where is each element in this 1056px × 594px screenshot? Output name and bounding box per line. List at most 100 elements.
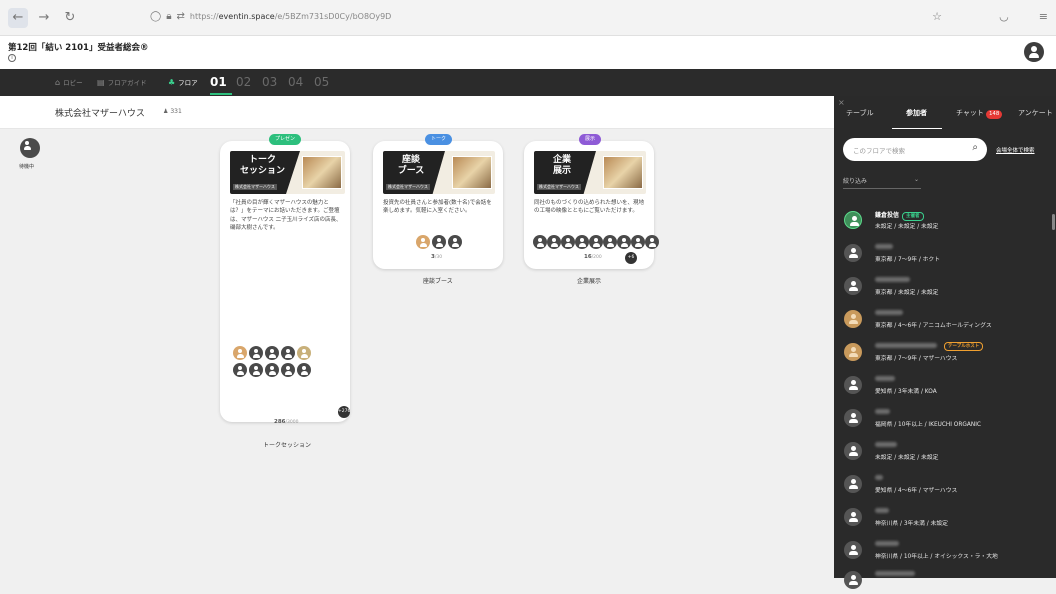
- floor-tab-02[interactable]: 02: [236, 75, 251, 89]
- floor-tab-04[interactable]: 04: [288, 75, 303, 89]
- home-icon: ⌂: [55, 77, 61, 87]
- scrollbar[interactable]: [1052, 214, 1055, 230]
- pocket-icon[interactable]: ◡: [999, 10, 1009, 23]
- bookmark-star-icon[interactable]: ☆: [932, 10, 942, 23]
- participant-row[interactable]: 愛知県 / 4～6年 / マザーハウス: [844, 472, 1049, 498]
- info-icon[interactable]: i: [8, 54, 16, 62]
- event-header: 第12回「結い 2101」受益者総会® i: [0, 36, 1056, 69]
- avatar: [603, 235, 617, 249]
- my-avatar[interactable]: [20, 138, 40, 158]
- banner-photo: [302, 156, 342, 189]
- participant-row[interactable]: 鎌倉投信 主催者 未設定 / 未設定 / 未設定: [844, 208, 1049, 234]
- count-capacity: /3000: [285, 420, 299, 425]
- tab-chat[interactable]: チャット 148: [956, 108, 1003, 119]
- banner-subtitle: 株式会社マザーハウス: [386, 184, 430, 190]
- lobby-nav[interactable]: ⌂ ロビー: [55, 77, 83, 88]
- table-banner: 企業 展示 株式会社マザーハウス: [534, 151, 646, 194]
- active-floor-indicator: [210, 93, 232, 95]
- tab-survey[interactable]: アンケート: [1018, 108, 1053, 118]
- participant-row[interactable]: 神奈川県 / 3年未満 / 未設定: [844, 505, 1049, 531]
- table-participant-count: 286/3000: [274, 419, 298, 425]
- participant-row[interactable]: 東京都 / 4～6年 / アニコムホールディングス: [844, 307, 1049, 333]
- participant-search-input[interactable]: このフロアで検索 ⌕: [843, 138, 987, 161]
- tab-tables[interactable]: テーブル: [846, 108, 874, 118]
- participant-tag: テーブルホスト: [941, 342, 984, 351]
- participant-row[interactable]: 神奈川県 / 10年以上 / オイシックス・ラ・大地: [844, 538, 1049, 564]
- person-icon: ♟: [163, 108, 169, 115]
- search-icon[interactable]: ⌕: [972, 142, 978, 153]
- banner-title: 企業 展示: [552, 155, 571, 177]
- participant-row[interactable]: [844, 568, 1049, 594]
- close-icon[interactable]: ×: [838, 98, 845, 107]
- avatar: [645, 235, 659, 249]
- avatar: [844, 571, 862, 589]
- url-text[interactable]: https://eventin.space/e/5BZm731sD0Cy/bO8…: [190, 12, 391, 21]
- avatar: [448, 235, 462, 249]
- avatar: [233, 346, 247, 360]
- table-description: 投資先の社員さんと参加者(数十名)で会話を楽しめます。気軽に入室ください。: [383, 200, 492, 215]
- floor-tab-05[interactable]: 05: [314, 75, 329, 89]
- avatar: [844, 475, 862, 493]
- floor-tab-01[interactable]: 01: [210, 75, 227, 89]
- avatar: [589, 235, 603, 249]
- count-capacity: /30: [434, 255, 443, 260]
- banner-photo: [603, 156, 643, 189]
- search-whole-venue-link[interactable]: 会場全体で検索: [996, 146, 1035, 154]
- avatar: [249, 363, 263, 377]
- participant-row[interactable]: テーブルホスト 東京都 / 7～9年 / マザーハウス: [844, 340, 1049, 366]
- avatar: [297, 346, 311, 360]
- avatar: [281, 363, 295, 377]
- table-banner: 座談 ブース 株式会社マザーハウス: [383, 151, 495, 194]
- blurred-name: [875, 409, 890, 414]
- more-participants-badge[interactable]: +276: [338, 406, 350, 418]
- user-avatar[interactable]: [1024, 42, 1044, 62]
- participant-info: 神奈川県 / 3年未満 / 未設定: [875, 521, 948, 527]
- blurred-name: [875, 376, 895, 381]
- participant-info: 愛知県 / 3年未満 / KOA: [875, 389, 937, 395]
- company-count-value: 331: [170, 108, 182, 115]
- browser-right-controls: ☆ ◡ ≡: [932, 10, 1048, 23]
- participant-row[interactable]: 愛知県 / 3年未満 / KOA: [844, 373, 1049, 399]
- participant-row[interactable]: 未設定 / 未設定 / 未設定: [844, 439, 1049, 465]
- table-name: トークセッション: [263, 442, 312, 449]
- table-host-badge: テーブルホスト: [944, 342, 984, 351]
- shield-icon[interactable]: ◯: [150, 11, 161, 22]
- floor-tab-03[interactable]: 03: [262, 75, 277, 89]
- table-card-company-exhibit[interactable]: 展示 企業 展示 株式会社マザーハウス 同社のものづくりの込められた想いを、現地…: [524, 134, 659, 269]
- avatar: [631, 235, 645, 249]
- chat-tab-label: チャット: [956, 109, 984, 117]
- blurred-name: [875, 277, 910, 282]
- back-icon[interactable]: ←: [8, 7, 28, 28]
- floor-guide-nav[interactable]: ▤ フロアガイド: [97, 77, 147, 88]
- table-description: 同社のものづくりの込められた想いを、現地の工場の映像とともにご覧いただけます。: [534, 200, 645, 215]
- participant-info: 東京都 / 7～9年 / マザーハウス: [875, 356, 958, 362]
- filter-label: 絞り込み: [843, 178, 868, 185]
- participant-row[interactable]: 東京都 / 未設定 / 未設定: [844, 274, 1049, 300]
- address-bar[interactable]: ◯ 🔒︎ ⇄ https://eventin.space/e/5BZm731sD…: [150, 11, 391, 22]
- permissions-icon[interactable]: ⇄: [177, 11, 185, 22]
- lock-icon[interactable]: 🔒︎: [166, 11, 171, 22]
- more-participants-badge[interactable]: +6: [625, 252, 637, 264]
- participant-row[interactable]: 福岡県 / 10年以上 / IKEUCHI ORGANIC: [844, 406, 1049, 432]
- floor-icon: ♣: [168, 77, 176, 87]
- count-capacity: /200: [591, 255, 602, 260]
- menu-icon[interactable]: ≡: [1039, 10, 1048, 23]
- tab-participants[interactable]: 参加者: [906, 108, 927, 118]
- reload-icon[interactable]: ↻: [60, 8, 80, 28]
- forward-icon[interactable]: →: [34, 8, 54, 28]
- blurred-name: [875, 442, 897, 447]
- count-value: 286: [274, 419, 286, 425]
- blurred-name: [875, 475, 883, 480]
- floor-navigation: ⌂ ロビー ▤ フロアガイド ♣ フロア 01 02 03 04 05: [0, 69, 1056, 96]
- floor-nav[interactable]: ♣ フロア: [168, 77, 198, 88]
- table-type-pill: トーク: [425, 134, 453, 145]
- avatar: [844, 277, 862, 295]
- banner-title: トーク セッション: [239, 155, 285, 177]
- active-tab-indicator: [892, 128, 942, 129]
- avatar: [844, 310, 862, 328]
- participant-row[interactable]: 東京都 / 7～9年 / ホクト: [844, 241, 1049, 267]
- table-card-talk-session[interactable]: プレゼン トーク セッション 株式会社マザーハウス 「社員の目が輝くマザーハウス…: [220, 134, 350, 425]
- table-card-discussion-booth[interactable]: トーク 座談 ブース 株式会社マザーハウス 投資先の社員さんと参加者(数十名)で…: [373, 134, 503, 269]
- table-avatars: [533, 235, 659, 249]
- filter-dropdown[interactable]: 絞り込み ⌄: [843, 176, 921, 189]
